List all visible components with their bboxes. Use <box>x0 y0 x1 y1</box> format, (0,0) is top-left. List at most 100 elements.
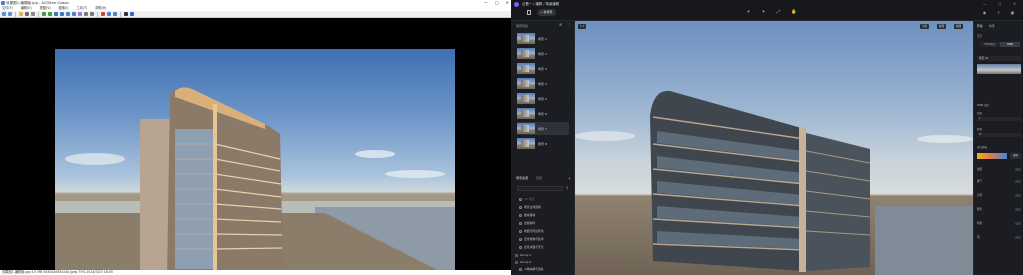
layer-visibility-icon[interactable] <box>519 221 522 225</box>
fog-toggle[interactable] <box>1015 180 1021 183</box>
fit-icon[interactable] <box>54 12 58 16</box>
layer-label: 人物车辆与道具 <box>524 267 544 271</box>
slideshow-icon[interactable] <box>107 12 111 16</box>
image-icon[interactable]: ▣ <box>1010 10 1015 15</box>
rotate-left-icon[interactable] <box>66 12 70 16</box>
print-icon[interactable] <box>31 12 35 16</box>
minimize-button[interactable]: — <box>983 1 987 7</box>
scene-item[interactable]: 场景 4 <box>517 77 569 90</box>
layer-label: 3D 模型 <box>524 197 535 201</box>
close-button[interactable]: ✕ <box>1013 1 1016 7</box>
scene-thumbnail <box>517 63 535 74</box>
layer-item[interactable]: 近景植物与装饰 <box>519 236 544 242</box>
hand-icon[interactable]: ✋ <box>791 10 797 15</box>
sky-mode-toggle[interactable]: HDRI天空 HDRI <box>980 42 1020 47</box>
help-icon[interactable] <box>130 12 134 16</box>
paste-icon[interactable] <box>90 12 94 16</box>
tab-environment[interactable]: 环境 <box>977 24 983 28</box>
scene-item[interactable]: 场景 2 <box>517 47 569 60</box>
new-scene-button[interactable]: + 新场景 <box>537 9 556 16</box>
sun-toggle[interactable] <box>1015 168 1021 171</box>
zoom-out-icon[interactable] <box>48 12 52 16</box>
layer-item[interactable]: 金属构件 <box>519 220 535 226</box>
scene-item[interactable]: 场景 1 <box>517 32 569 45</box>
back-icon[interactable] <box>2 12 6 16</box>
scene-item-selected[interactable]: 场景 7 <box>517 122 569 135</box>
brightness-label: 亮度 <box>977 112 983 115</box>
seg-hdri[interactable]: HDRI <box>1000 42 1020 47</box>
delete-icon[interactable] <box>101 12 105 16</box>
scene-item[interactable]: 场景 5 <box>517 92 569 105</box>
layer-item[interactable]: 玻璃幕墙 <box>519 212 535 218</box>
filter-icon[interactable]: ⚲ <box>566 186 570 191</box>
layer-item[interactable]: 场景主体建筑 <box>519 204 541 210</box>
layer-item[interactable]: 远景水面与天空 <box>519 244 544 250</box>
section-sky: 天空 <box>977 35 983 38</box>
add-layer-icon[interactable]: + <box>568 176 571 181</box>
hdri-preview[interactable] <box>977 64 1021 74</box>
wind-row: 风 <box>977 235 1021 240</box>
folder-icon <box>515 253 518 257</box>
layer-visibility-icon[interactable] <box>519 197 522 201</box>
settings-icon[interactable] <box>124 12 128 16</box>
copy-icon[interactable] <box>84 12 88 16</box>
transform-icon[interactable]: ⤢ <box>776 10 781 15</box>
folder-icon[interactable] <box>19 12 23 16</box>
layer-visibility-icon[interactable] <box>519 205 522 209</box>
fullscreen-icon[interactable] <box>113 12 117 16</box>
layer-visibility-icon[interactable] <box>519 245 522 249</box>
brightness-field[interactable]: 1 <box>977 117 1021 121</box>
layer-group[interactable]: Group 1 <box>515 252 531 258</box>
hdri-select[interactable]: 晴天 01 <box>977 56 1021 61</box>
rotate-right-icon[interactable] <box>72 12 76 16</box>
layer-item[interactable]: 人物车辆与道具 <box>519 266 544 272</box>
forward-icon[interactable] <box>8 12 12 16</box>
scene-thumbnail <box>517 48 535 59</box>
scene-item[interactable]: 场景 8 <box>517 137 569 150</box>
light-bulb-icon[interactable]: ☀ <box>746 10 751 15</box>
layer-visibility-icon[interactable] <box>519 267 522 271</box>
tab-resources[interactable]: 场景资源 <box>516 176 528 180</box>
shadow-toggle[interactable] <box>1015 222 1021 225</box>
layer-search-input[interactable] <box>517 186 563 191</box>
maximize-button[interactable]: □ <box>998 1 1001 7</box>
sun-row: 太阳 <box>977 167 1021 172</box>
wind-toggle[interactable] <box>1015 236 1021 239</box>
more-icon[interactable]: ⋮ <box>567 23 571 27</box>
layer-item[interactable]: 地面与周边环境 <box>519 228 544 234</box>
rotation-field[interactable]: 0° <box>977 133 1021 137</box>
scene-item[interactable]: 场景 6 <box>517 107 569 120</box>
actual-size-icon[interactable] <box>60 12 64 16</box>
scene-item[interactable]: 场景 3 <box>517 62 569 75</box>
camera-icon[interactable]: ◉ <box>982 10 987 15</box>
3d-viewport[interactable]: ⚲ ▾ 渲染 截图 视图 <box>575 21 973 275</box>
layer-visibility-icon[interactable] <box>519 229 522 233</box>
bloom-toggle[interactable] <box>1015 194 1021 197</box>
add-scene-icon[interactable]: ⊞ <box>559 23 563 27</box>
layer-visibility-icon[interactable] <box>519 213 522 217</box>
exposure-toggle[interactable] <box>1015 208 1021 211</box>
screenshot-button[interactable]: 截图 <box>937 24 947 29</box>
edit-gradient-button[interactable]: 编辑 <box>1010 153 1021 159</box>
seg-hdri-sky[interactable]: HDRI天空 <box>980 42 1000 47</box>
tab-lights[interactable]: 灯光 <box>536 176 542 180</box>
layer-label: 近景植物与装饰 <box>524 237 544 241</box>
layer-item[interactable]: 3D 模型 <box>519 196 534 202</box>
save-icon[interactable] <box>25 12 29 16</box>
file-icon[interactable] <box>527 10 531 15</box>
render-button[interactable]: 渲染 <box>920 24 930 29</box>
crop-icon[interactable] <box>78 12 82 16</box>
sky-color-gradient[interactable] <box>977 153 1007 159</box>
shadow-row: 阴影 <box>977 221 1021 226</box>
magic-wand-icon[interactable]: ✦ <box>761 10 766 15</box>
export-icon[interactable]: ⇪ <box>996 10 1001 15</box>
sky-color-label: 天空颜色 <box>977 146 988 149</box>
toolbar-divider <box>15 11 16 17</box>
layer-visibility-icon[interactable] <box>519 237 522 241</box>
layer-group[interactable]: Group 2 <box>515 259 531 265</box>
zoom-in-icon[interactable] <box>42 12 46 16</box>
view-button[interactable]: 视图 <box>954 24 964 29</box>
tab-effects[interactable]: 效果 <box>989 24 995 28</box>
scene-thumbnail <box>517 33 535 44</box>
view-mode-icon[interactable]: ⚲ ▾ <box>578 24 587 29</box>
